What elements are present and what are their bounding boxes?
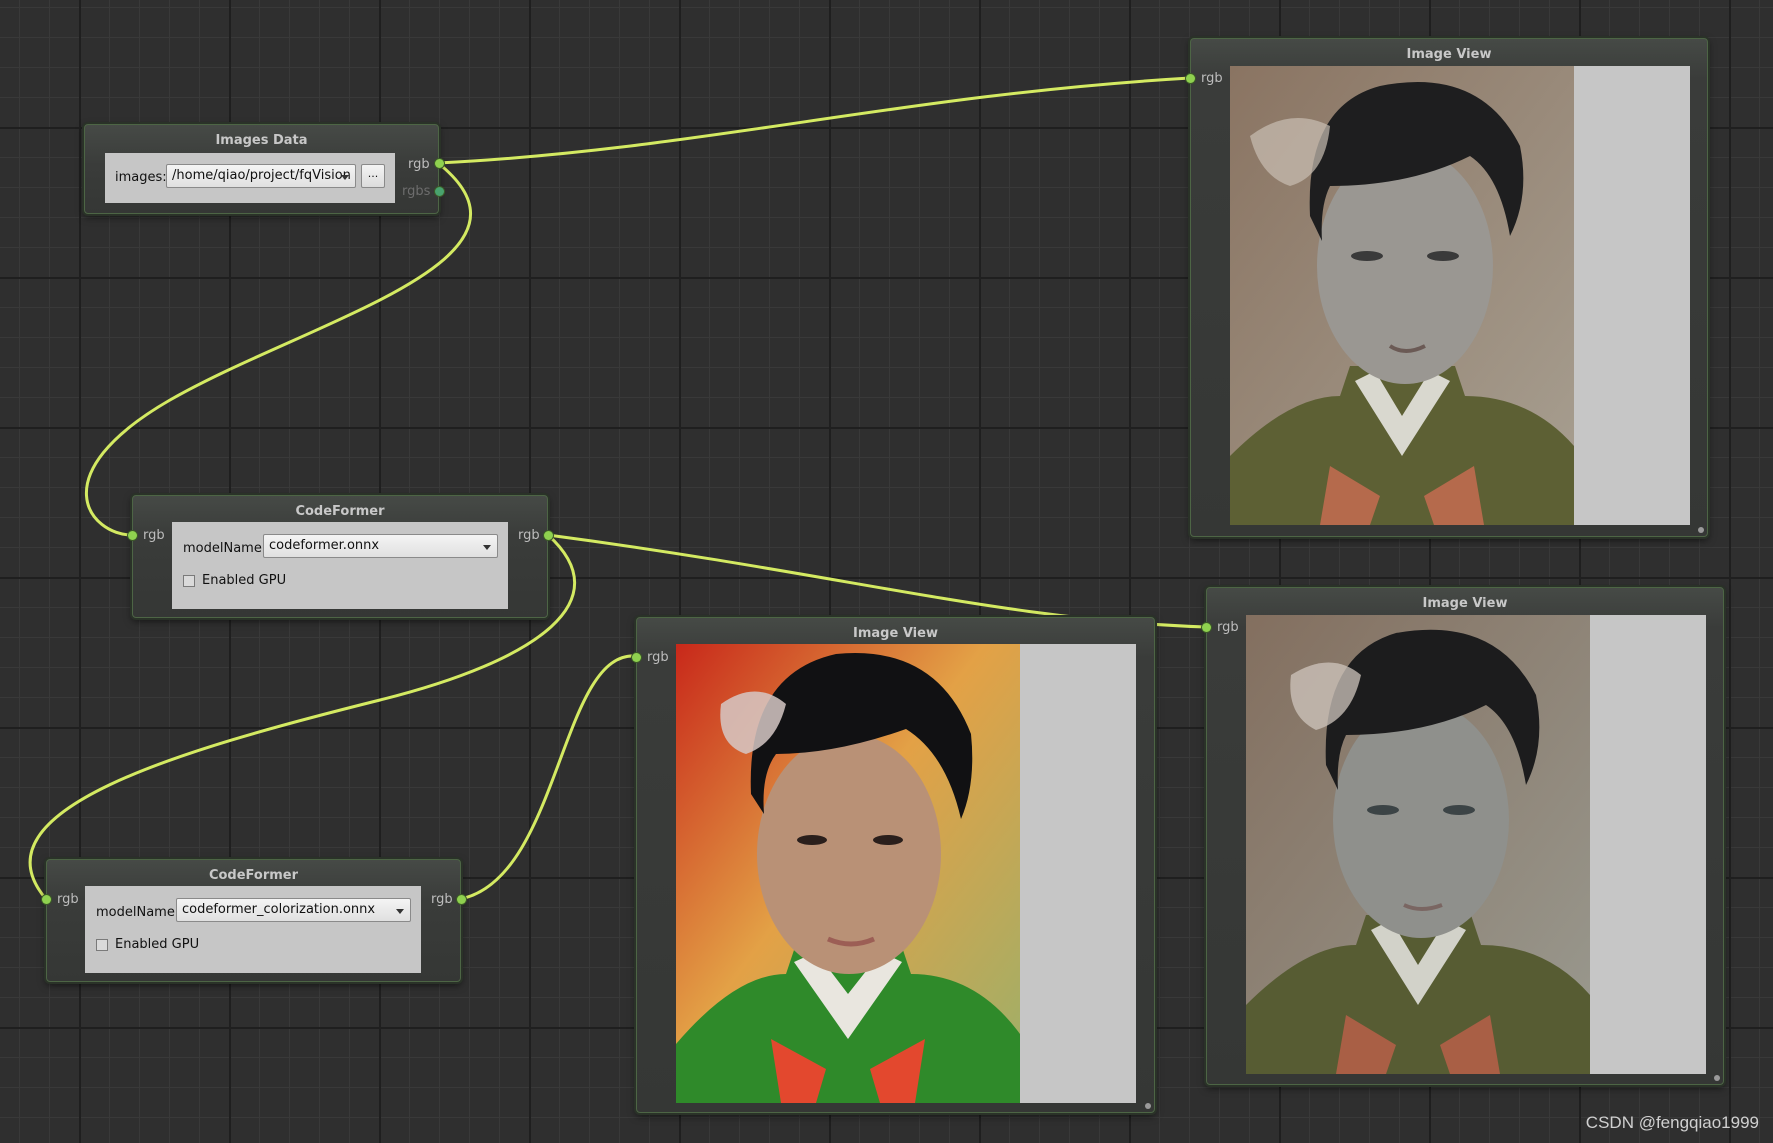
input-rgb-label: rgb [1201,71,1223,86]
model-name-combo[interactable]: codeformer_colorization.onnx [176,898,411,922]
output-rgb-port[interactable] [457,895,466,904]
images-path-combo[interactable]: /home/qiao/project/fqVision [166,164,356,188]
input-rgb-port[interactable] [128,531,137,540]
output-rgbs-label: rgbs [402,184,431,199]
wire-images-to-codeformer-1 [84,161,472,537]
codeformer-2-panel: modelName: codeformer_colorization.onnx … [85,886,421,973]
model-name-combo[interactable]: codeformer.onnx [263,534,498,558]
node-title: Image View [1422,596,1508,611]
image-view-restored-node[interactable]: Image View rgb [1202,587,1724,1085]
output-rgb-label: rgb [518,528,540,543]
resize-handle[interactable] [1698,527,1704,533]
colorized-photo [676,644,1020,1103]
images-label: images: [115,170,167,185]
images-data-node[interactable]: Images Data images: /home/qiao/project/f… [84,124,444,214]
image-view-original-node[interactable]: Image View rgb [1186,38,1708,537]
codeformer-node-1[interactable]: CodeFormer rgb modelName: codeformer.onn… [128,495,553,618]
node-title: Image View [853,626,938,641]
node-title: Image View [1406,47,1492,62]
enabled-gpu-label: Enabled GPU [202,573,287,588]
model-name-label: modelName: [183,541,267,556]
input-rgb-port[interactable] [1186,74,1195,83]
wire-images-to-view-original [437,76,1191,165]
input-rgb-port[interactable] [1202,623,1211,632]
output-rgb-port[interactable] [544,531,553,540]
enabled-gpu-checkbox[interactable] [183,575,195,587]
enabled-gpu-label: Enabled GPU [115,937,200,952]
node-title: CodeFormer [295,504,385,519]
input-rgb-label: rgb [57,892,79,907]
codeformer-node-2[interactable]: CodeFormer rgb modelName: codeformer_col… [42,859,466,982]
node-title: CodeFormer [208,868,299,883]
browse-button[interactable]: ... [361,164,385,188]
original-photo [1230,66,1574,525]
chevron-down-icon [341,175,349,180]
images-data-panel: images: /home/qiao/project/fqVision ... [105,153,395,203]
watermark-text: CSDN @fengqiao1999 [1585,1113,1759,1132]
input-rgb-label: rgb [143,528,165,543]
output-rgbs-port[interactable] [435,187,444,196]
input-rgb-label: rgb [647,650,669,665]
image-view-colorized-node[interactable]: Image View rgb [632,617,1155,1113]
image-display [1230,66,1690,525]
resize-handle[interactable] [1714,1075,1720,1081]
resize-handle[interactable] [1145,1103,1151,1109]
chevron-down-icon [396,909,404,914]
codeformer-1-panel: modelName: codeformer.onnx Enabled GPU [172,522,508,609]
output-rgb-label: rgb [408,157,430,172]
restored-photo [1246,615,1590,1074]
chevron-down-icon [483,545,491,550]
model-name-value: codeformer_colorization.onnx [182,902,376,917]
model-name-value: codeformer.onnx [269,538,380,553]
output-rgb-label: rgb [431,892,453,907]
enabled-gpu-checkbox[interactable] [96,939,108,951]
input-rgb-port[interactable] [42,895,51,904]
image-display [1246,615,1706,1074]
output-rgb-port[interactable] [435,159,444,168]
input-rgb-port[interactable] [632,653,641,662]
image-display [676,644,1136,1103]
images-path-value: /home/qiao/project/fqVision [172,168,351,183]
node-title: Images Data [215,133,308,148]
input-rgb-label: rgb [1217,620,1239,635]
wire-codeformer-1-to-view-restored [547,533,1207,629]
model-name-label: modelName: [96,905,180,920]
wire-codeformer-2-to-view-colorized [459,654,637,901]
